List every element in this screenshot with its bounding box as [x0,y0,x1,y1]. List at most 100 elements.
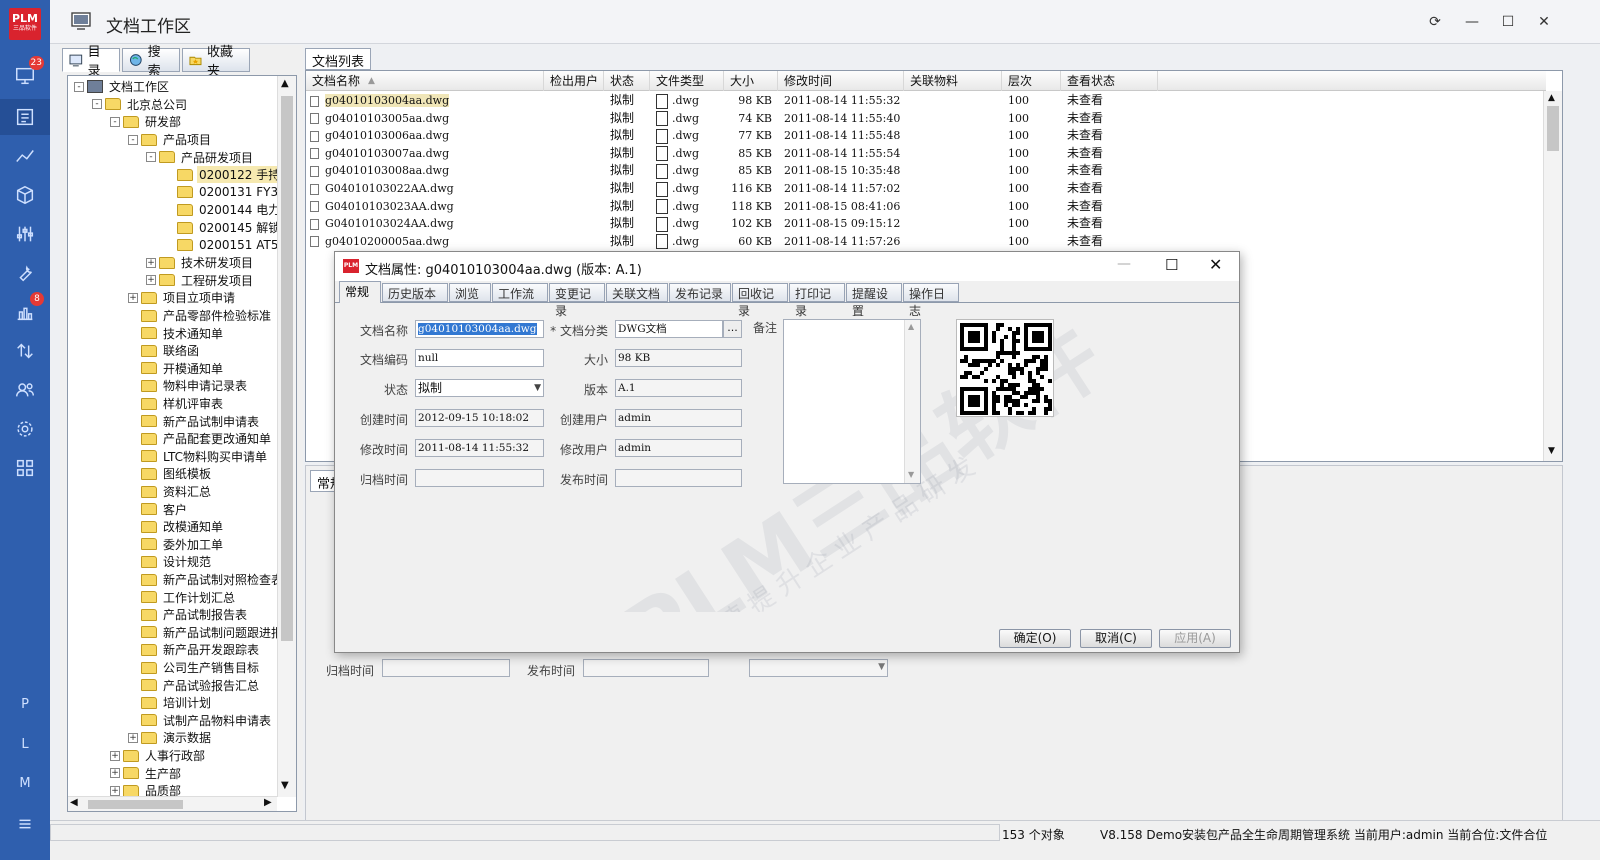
table-row[interactable]: g04010103004aa.dwg 拟制 .dwg 98 KB 2011-08-14 … [306,92,1546,110]
doc-name-input[interactable]: g04010103004aa.dwg [415,320,544,338]
column-header[interactable]: 查看状态 [1061,71,1158,91]
tree-node[interactable]: - 产品项目 [128,131,213,149]
tree-node[interactable]: 产品配套更改通知单 [128,430,273,448]
table-row[interactable]: g04010103007aa.dwg 拟制 .dwg 85 KB 2011-08-14 … [306,145,1546,163]
tree-node[interactable]: 设计规范 [128,553,213,571]
m-nav-button[interactable]: M [0,767,50,799]
product-nav-button[interactable] [0,177,50,213]
tree-node[interactable]: 新产品试制申请表 [128,412,261,430]
expand-icon[interactable]: + [146,257,156,268]
column-header[interactable]: 层次 [1002,71,1061,91]
scroll-thumb[interactable] [88,800,183,809]
dialog-tab[interactable]: 操作日志 [903,283,959,318]
tree-node[interactable]: 产品试验报告汇总 [128,676,261,694]
tree-node[interactable]: 新产品试制对照检查表 [128,571,285,589]
table-row[interactable]: g04010200005aa.dwg 拟制 .dwg 60 KB 2011-08-14 … [306,233,1546,251]
reports-nav-button[interactable]: 8 [0,292,50,330]
expand-icon[interactable]: + [146,275,156,286]
expand-icon[interactable]: + [128,292,138,303]
tree-horizontal-scrollbar[interactable]: ◀ ▶ [68,796,277,811]
tree-node[interactable]: 新产品开发跟踪表 [128,641,261,659]
tree-node[interactable]: + 演示数据 [128,729,213,747]
tree-node[interactable]: 物料申请记录表 [128,377,249,395]
tools-nav-button[interactable] [0,255,50,291]
apps-nav-button[interactable] [0,450,50,486]
doc-code-input[interactable]: null [415,349,544,367]
scroll-thumb[interactable] [1547,106,1559,151]
dialog-maximize-button[interactable]: ☐ [1165,256,1178,274]
collapse-icon[interactable]: - [74,81,84,92]
column-header[interactable]: 文件类型 [650,71,724,91]
tree-node[interactable]: - 产品研发项目 [146,148,255,166]
scroll-thumb[interactable] [281,96,293,641]
remark-scrollbar[interactable]: ▲ ▼ [904,320,920,483]
tab-catalog[interactable]: 目录 [62,45,120,79]
p-nav-button[interactable]: P [0,688,50,720]
dialog-tab[interactable]: 工作流 [492,283,548,302]
tree-node[interactable]: 样机评审表 [128,395,225,413]
table-row[interactable]: g04010103008aa.dwg 拟制 .dwg 85 KB 2011-08-15 … [306,162,1546,180]
column-header[interactable]: 检出用户 [544,71,604,91]
dialog-tab[interactable]: 变更记录 [549,283,605,318]
doc-category-input[interactable]: DWG文档 [615,320,723,338]
dialog-tab[interactable]: 常规 [339,281,381,303]
category-browse-button[interactable]: ... [723,320,742,338]
dialog-tab[interactable]: 关联文档 [606,283,668,302]
tree-node[interactable]: 0200145 解锁钥 [164,219,294,237]
lower-dropdown[interactable]: ▼ [749,659,888,677]
tree-node[interactable]: 工作计划汇总 [128,588,237,606]
apply-button[interactable]: 应用(A) [1159,629,1231,648]
tree-node[interactable]: LTC物料购买申请单 [128,448,269,466]
archive-time-field[interactable] [382,659,510,677]
table-row[interactable]: G04010103022AA.dwg 拟制 .dwg 116 KB 2011-08-14… [306,180,1546,198]
tree-node[interactable]: 产品试制报告表 [128,606,249,624]
expand-icon[interactable]: + [110,768,120,779]
dialog-tab[interactable]: 浏览 [449,283,491,302]
tree-node[interactable]: 技术通知单 [128,324,225,342]
maximize-button[interactable]: ☐ [1498,12,1518,32]
table-row[interactable]: G04010103023AA.dwg 拟制 .dwg 118 KB 2011-08-15… [306,198,1546,216]
tree-node[interactable]: 开模通知单 [128,360,225,378]
column-header[interactable]: 大小 [724,71,778,91]
status-select[interactable]: 拟制 ▼ [415,379,544,397]
tree-node[interactable]: + 技术研发项目 [146,254,255,272]
publish-time-field[interactable] [583,659,709,677]
tree-node[interactable]: - 文档工作区 [74,78,171,96]
table-row[interactable]: g04010103005aa.dwg 拟制 .dwg 74 KB 2011-08-14 … [306,110,1546,128]
tree-node[interactable]: + 人事行政部 [110,747,207,765]
tree-vertical-scrollbar[interactable]: ▲ ▼ [277,76,296,797]
close-button[interactable]: ✕ [1534,12,1554,32]
collapse-icon[interactable]: - [128,134,138,145]
expand-icon[interactable]: + [110,785,120,796]
gear-nav-button[interactable] [0,411,50,447]
tree-node[interactable]: 培训计划 [128,694,213,712]
tree-node[interactable]: 联络函 [128,342,201,360]
users-nav-button[interactable] [0,372,50,408]
dialog-tab[interactable]: 打印记录 [789,283,845,318]
dialog-tab[interactable]: 历史版本 [382,283,448,302]
tree-node[interactable]: 公司生产销售目标 [128,659,261,677]
column-header[interactable]: 文档名称 [306,71,544,91]
remark-textarea[interactable]: ▲ ▼ [783,319,921,484]
expand-icon[interactable]: + [110,750,120,761]
tree-node[interactable]: 图纸模板 [128,465,213,483]
tab-document-list[interactable]: 文档列表 [305,48,372,70]
tree-node[interactable]: 试制产品物料申请表 [128,712,273,730]
tree-node[interactable]: 新产品试制问题跟进报 [128,624,285,642]
minimize-button[interactable]: — [1462,12,1482,32]
table-row[interactable]: G04010103024AA.dwg 拟制 .dwg 102 KB 2011-08-15… [306,215,1546,233]
catalog-tree[interactable]: - 文档工作区 - 北京总公司 - 研发部 - 产品项目 - 产品研发项目 0200122 手持式 0… [67,75,297,812]
workflow-nav-button[interactable] [0,138,50,174]
tree-node[interactable]: 0200144 电力设 [164,201,294,219]
ok-button[interactable]: 确定(O) [999,629,1071,648]
cancel-button[interactable]: 取消(C) [1080,629,1152,648]
tab-favorites[interactable]: 收藏夹 [182,45,250,79]
tree-node[interactable]: + 生产部 [110,764,183,782]
refresh-button[interactable]: ⟳ [1425,12,1445,32]
tree-node[interactable]: 0200122 手持式 [164,166,295,184]
l-nav-button[interactable]: L [0,728,50,760]
settings-sliders-nav-button[interactable] [0,216,50,252]
column-header[interactable]: 关联物料 [904,71,1002,91]
collapse-icon[interactable]: - [110,116,120,127]
expand-icon[interactable]: + [128,732,138,743]
